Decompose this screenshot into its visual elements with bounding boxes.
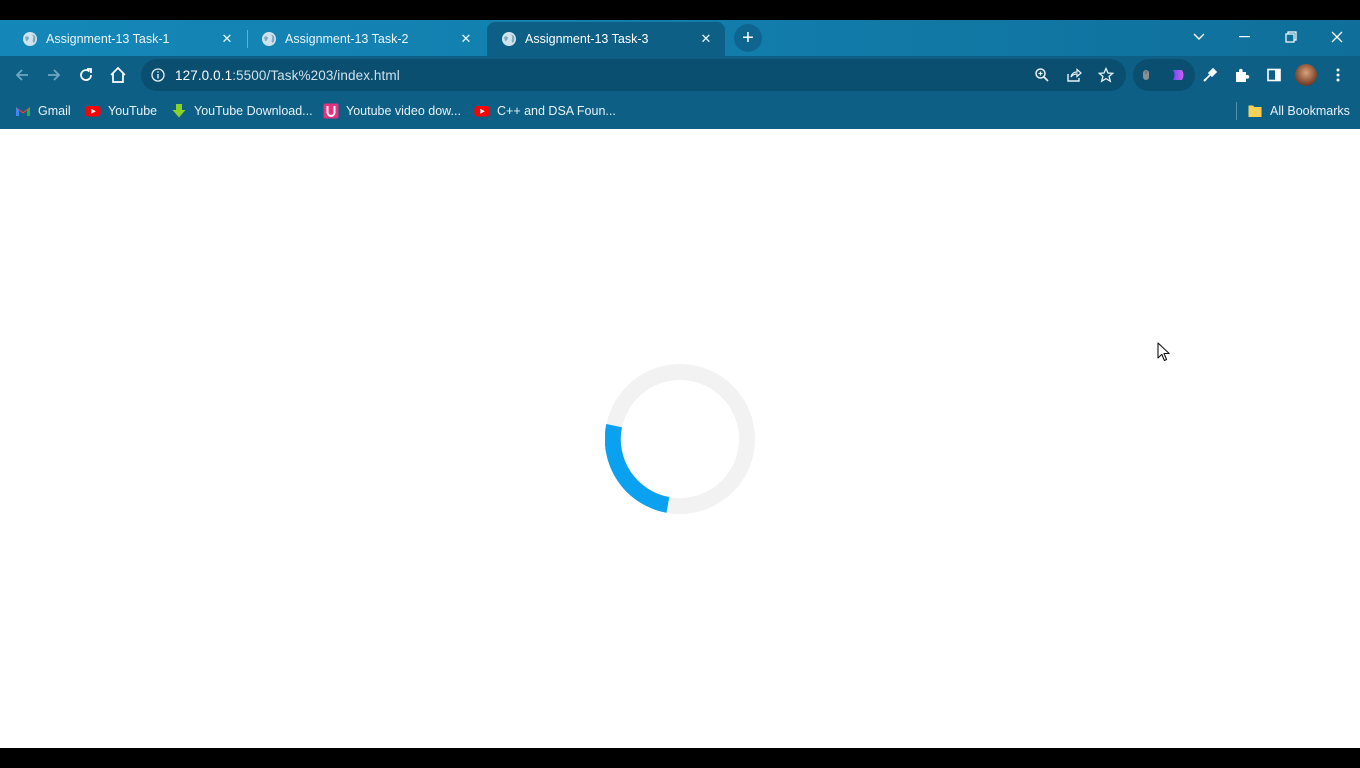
menu-button[interactable] [1324,61,1352,89]
home-icon [110,66,126,83]
tab-assignment-task-3[interactable]: Assignment-13 Task-3 ✕ [487,22,725,56]
plus-icon: + [742,26,754,49]
spinner-arc [605,424,670,513]
eyedropper-icon [1203,67,1218,82]
bookmark-label: YouTube [108,104,158,118]
tab-title: Assignment-13 Task-2 [285,32,409,46]
eyedropper-button[interactable] [1196,61,1224,89]
bookmark-label: C++ and DSA Foun... [497,104,616,118]
globe-icon [23,32,37,46]
forward-arrow-icon [48,69,61,81]
url-text[interactable]: 127.0.0.1:5500/Task%203/index.html [175,68,400,83]
mouse-cursor-icon [1157,342,1170,362]
letterbox-bottom [0,748,1360,768]
bookmarks-bar: Gmail YouTube YouTube Download... Youtub… [0,94,1360,129]
minimize-button[interactable] [1227,24,1263,50]
extension-button-1[interactable] [1132,61,1160,89]
u-logo-icon [323,103,339,119]
star-icon [1098,67,1114,83]
tab-title: Assignment-13 Task-1 [46,32,170,46]
extensions-button[interactable] [1228,61,1256,89]
kebab-menu-icon [1336,68,1340,82]
back-button[interactable] [8,61,36,89]
download-arrow-icon [172,104,186,118]
url-path: :5500/Task%203/index.html [232,67,400,83]
tab-assignment-task-2[interactable]: Assignment-13 Task-2 ✕ [247,22,485,56]
youtube-icon [474,106,490,117]
site-info-button[interactable] [141,68,175,82]
share-icon [1067,68,1082,82]
avatar [1295,64,1317,86]
globe-icon [502,32,516,46]
loading-spinner [605,364,755,514]
bookmark-gmail[interactable]: Gmail [15,101,71,121]
tab-search-button[interactable] [1181,24,1217,50]
bookmark-label: YouTube Download... [194,104,313,118]
close-tab-icon[interactable]: ✕ [218,30,236,48]
reload-button[interactable] [72,61,100,89]
chevron-down-icon [1193,33,1205,40]
browser-chrome: Assignment-13 Task-1 ✕ Assignment-13 Tas… [0,20,1360,129]
puzzle-icon [1236,68,1250,82]
bookmark-youtube-video-dow[interactable]: Youtube video dow... [323,101,461,121]
minimize-icon [1239,36,1250,38]
youtube-icon [85,106,101,117]
bookmark-label: Youtube video dow... [346,104,461,118]
url-host: 127.0.0.1 [175,67,233,83]
purple-extension-icon [1173,70,1184,80]
extension-button-2[interactable] [1164,61,1192,89]
share-button[interactable] [1062,63,1086,87]
navigation-toolbar: 127.0.0.1:5500/Task%203/index.html [0,56,1360,94]
info-icon [151,68,165,82]
home-button[interactable] [104,61,132,89]
mouse-extension-icon [1143,70,1149,80]
tab-title: Assignment-13 Task-3 [525,32,649,46]
side-panel-icon [1267,68,1281,82]
reload-icon [80,68,92,81]
close-tab-icon[interactable]: ✕ [697,30,715,48]
bookmark-cpp-dsa[interactable]: C++ and DSA Foun... [474,101,616,121]
close-tab-icon[interactable]: ✕ [457,30,475,48]
address-bar[interactable]: 127.0.0.1:5500/Task%203/index.html [141,59,1126,91]
tab-strip: Assignment-13 Task-1 ✕ Assignment-13 Tas… [0,20,1360,56]
zoom-button[interactable] [1030,63,1054,87]
profile-button[interactable] [1292,61,1320,89]
all-bookmarks-label: All Bookmarks [1270,104,1350,118]
side-panel-button[interactable] [1260,61,1288,89]
globe-icon [262,32,276,46]
restore-button[interactable] [1273,24,1309,50]
gmail-icon [16,107,30,116]
folder-icon [1248,105,1262,117]
bookmark-label: Gmail [38,104,71,118]
page-content [0,129,1360,748]
forward-button[interactable] [40,61,68,89]
all-bookmarks-button[interactable]: All Bookmarks [1247,101,1350,121]
letterbox-top [0,0,1360,20]
bookmarks-divider [1236,102,1237,120]
zoom-icon [1035,68,1049,82]
back-arrow-icon [15,69,28,81]
new-tab-button[interactable]: + [734,24,762,52]
bookmark-youtube-download[interactable]: YouTube Download... [171,101,313,121]
restore-icon [1285,31,1297,43]
close-icon [1331,31,1343,43]
bookmark-youtube[interactable]: YouTube [85,101,157,121]
bookmark-star-button[interactable] [1094,63,1118,87]
close-window-button[interactable] [1319,24,1355,50]
tab-assignment-task-1[interactable]: Assignment-13 Task-1 ✕ [8,22,246,56]
